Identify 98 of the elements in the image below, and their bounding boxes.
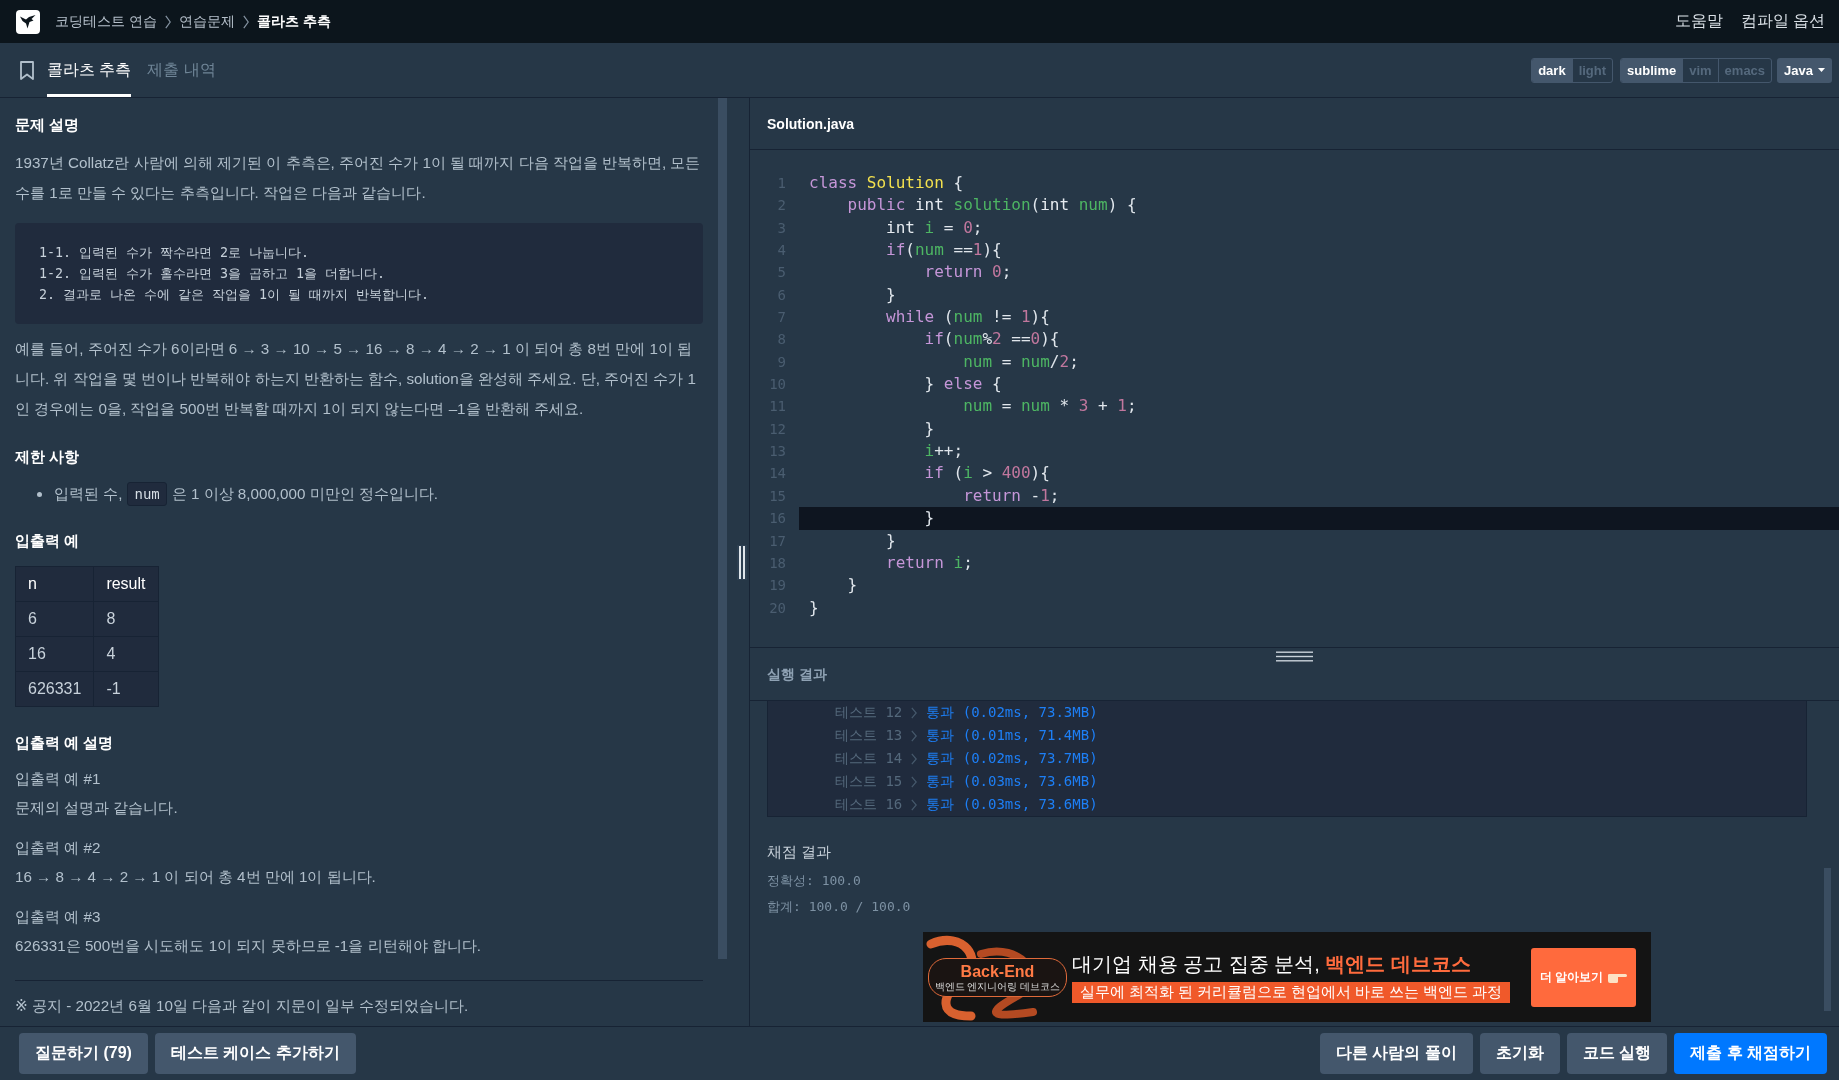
code-line: return 0; <box>924 262 1012 282</box>
code-line: } <box>847 575 858 595</box>
action-button[interactable]: 테스트 케이스 추가하기 <box>154 1033 356 1074</box>
ad-logo-caption: 백엔드 엔지니어링 데브코스 <box>934 980 1061 993</box>
code-block-line: 2. 결과로 나온 수에 같은 작업을 1이 될 때까지 반복합니다. <box>39 286 431 304</box>
code-line: } else { <box>924 374 1002 394</box>
code-line: } <box>886 284 896 304</box>
problem-paragraph: 예를 들어, 주어진 수가 6이라면 6 → 3 → 10 → 5 → 16 → 8 → 4 → 2 → 1 이 되어 총 8번 만에 1이 됩니다. 위 작업을 몇 번이나 반복해야 하는지 반환하는 함수, solution을 완성해 주세요. 단, 주어진 수가 1인 경우에는 0을, 작업을 500번 반복할 때까지 1이 되지 않는다면 –1을 반환해 주세요. <box>15 339 697 419</box>
code-line: } <box>924 418 935 438</box>
problem-paragraph: 1937년 Collatz란 사람에 의해 제기된 이 추측은, 주어진 수가 1이 될 때까지 다음 작업을 반복하면, 모든 수를 1로 만들 수 있다는 추측입니다. 작업은 다음과 같습니다. <box>15 153 702 203</box>
scrollbar[interactable] <box>1824 868 1831 1011</box>
table-header-cell: result <box>93 566 158 602</box>
section-heading: 문제 설명 <box>15 115 81 135</box>
bullet-icon <box>37 491 42 497</box>
toggle-option[interactable]: sublime <box>1621 58 1683 82</box>
language-dropdown[interactable]: Java <box>1777 57 1832 83</box>
action-button[interactable]: 제출 후 채점하기 <box>1674 1033 1827 1074</box>
breadcrumb-link[interactable]: 연습문제 <box>178 12 235 31</box>
code-line: } <box>809 597 819 617</box>
inline-code: num <box>127 482 167 506</box>
grading-title: 채점 결과 <box>767 842 833 862</box>
test-result: 통과 (0.02ms, 73.7MB) <box>926 749 1098 768</box>
bookmark-icon[interactable] <box>20 60 34 80</box>
test-result: 통과 (0.01ms, 71.4MB) <box>926 726 1098 745</box>
chevron-icon <box>911 752 918 765</box>
chevron-icon <box>911 706 918 719</box>
test-label: 테스트 12 <box>835 703 903 722</box>
section-title: 실행 결과 <box>766 665 828 684</box>
table-header-cell: n <box>15 566 94 602</box>
code-block-line: 1-2. 입력된 수가 홀수라면 3을 곱하고 1을 더합니다. <box>39 265 387 283</box>
code-line: num = num/2; <box>963 351 1079 371</box>
table-cell: -1 <box>93 671 158 707</box>
chevron-icon <box>911 798 918 811</box>
constraint-text: 입력된 수, <box>54 484 123 504</box>
table-cell: 16 <box>15 636 94 672</box>
chevron-icon <box>911 729 918 742</box>
toggle-option[interactable]: dark <box>1532 58 1572 82</box>
code-block-line: 1-1. 입력된 수가 짝수라면 2로 나눕니다. <box>39 244 311 262</box>
test-label: 테스트 13 <box>835 726 903 745</box>
example-title: 입출력 예 #1 <box>15 769 102 789</box>
code-line: if(num%2 ==0){ <box>924 329 1060 349</box>
example-text: 16 → 8 → 4 → 2 → 1 이 되어 총 4번 만에 1이 됩니다. <box>15 867 377 887</box>
action-button[interactable]: 초기화 <box>1479 1033 1560 1074</box>
table-cell: 6 <box>15 601 94 637</box>
table-cell: 4 <box>93 636 158 672</box>
example-title: 입출력 예 #2 <box>15 838 102 858</box>
code-line: num = num * 3 + 1; <box>963 396 1137 416</box>
logo-icon[interactable] <box>16 9 40 34</box>
test-label: 테스트 15 <box>835 772 903 791</box>
pointing-hand-icon <box>1607 971 1628 983</box>
code-line: int i = 0; <box>886 217 983 237</box>
top-bar-link[interactable]: 도움말 <box>1674 11 1723 32</box>
caret-icon <box>1818 68 1825 72</box>
action-button[interactable]: 코드 실행 <box>1566 1033 1668 1074</box>
example-title: 입출력 예 #3 <box>15 907 102 927</box>
grading-line: 정확성: 100.0 <box>767 872 862 890</box>
code-line: i++; <box>924 441 964 461</box>
grading-line: 합계: 100.0 / 100.0 <box>767 898 912 916</box>
tab[interactable]: 콜라츠 추측 <box>47 43 132 97</box>
code-line: } <box>924 508 935 528</box>
chevron-icon <box>911 775 918 788</box>
chevron-icon <box>164 14 171 29</box>
chevron-icon <box>242 14 249 29</box>
notice-text: ※ 공지 - 2022년 6월 10일 다음과 같이 지문이 일부 수정되었습니다. <box>15 996 470 1016</box>
breadcrumb-link[interactable]: 코딩테스트 연습 <box>55 12 157 31</box>
test-label: 테스트 16 <box>835 795 903 814</box>
file-name: Solution.java <box>767 115 855 132</box>
top-bar-link[interactable]: 컴파일 옵션 <box>1740 11 1825 32</box>
code-line: if (i > 400){ <box>924 463 1050 483</box>
action-button[interactable]: 질문하기 (79) <box>19 1033 148 1074</box>
scrollbar[interactable] <box>718 98 727 959</box>
resize-handle[interactable] <box>1276 651 1313 662</box>
code-line: return -1; <box>963 485 1060 505</box>
section-heading: 제한 사항 <box>15 447 81 467</box>
ad-banner[interactable]: Back-End 백엔드 엔지니어링 데브코스 대기업 채용 공고 집중 분석, 백엔드 데브코스 실무에 최적화 된 커리큘럼으로 현업에서 바로 쓰는 백엔드 과정 더 알아보기 <box>923 932 1651 1022</box>
section-heading: 입출력 예 <box>15 531 81 551</box>
ad-headline: 대기업 채용 공고 집중 분석, 백엔드 데브코스 <box>1072 951 1471 977</box>
section-heading: 입출력 예 설명 <box>15 733 115 753</box>
example-text: 626331은 500번을 시도해도 1이 되지 못하므로 -1을 리턴해야 합니다. <box>15 936 482 956</box>
example-text: 문제의 설명과 같습니다. <box>15 798 179 818</box>
code-line: } <box>886 530 896 550</box>
test-result: 통과 (0.03ms, 73.6MB) <box>926 795 1098 814</box>
constraint-text: 은 1 이상 8,000,000 미만인 정수입니다. <box>171 484 439 504</box>
code-line: if(num ==1){ <box>886 240 1002 260</box>
test-result: 통과 (0.02ms, 73.3MB) <box>926 703 1098 722</box>
ad-subline: 실무에 최적화 된 커리큘럼으로 현업에서 바로 쓰는 백엔드 과정 <box>1072 981 1511 1003</box>
resize-handle[interactable] <box>737 544 747 580</box>
code-line: public int solution(int num) { <box>847 195 1137 215</box>
table-cell: 626331 <box>15 671 94 707</box>
code-line: while (num != 1){ <box>886 307 1050 327</box>
test-result: 통과 (0.03ms, 73.6MB) <box>926 772 1098 791</box>
code-line: return i; <box>886 552 973 572</box>
action-button[interactable]: 다른 사람의 풀이 <box>1319 1033 1473 1074</box>
test-label: 테스트 14 <box>835 749 903 768</box>
ad-logo-text: Back-End <box>960 961 1035 981</box>
table-cell: 8 <box>93 601 158 637</box>
breadcrumb-link[interactable]: 콜라츠 추측 <box>256 12 331 31</box>
code-line: class Solution { <box>809 173 964 192</box>
